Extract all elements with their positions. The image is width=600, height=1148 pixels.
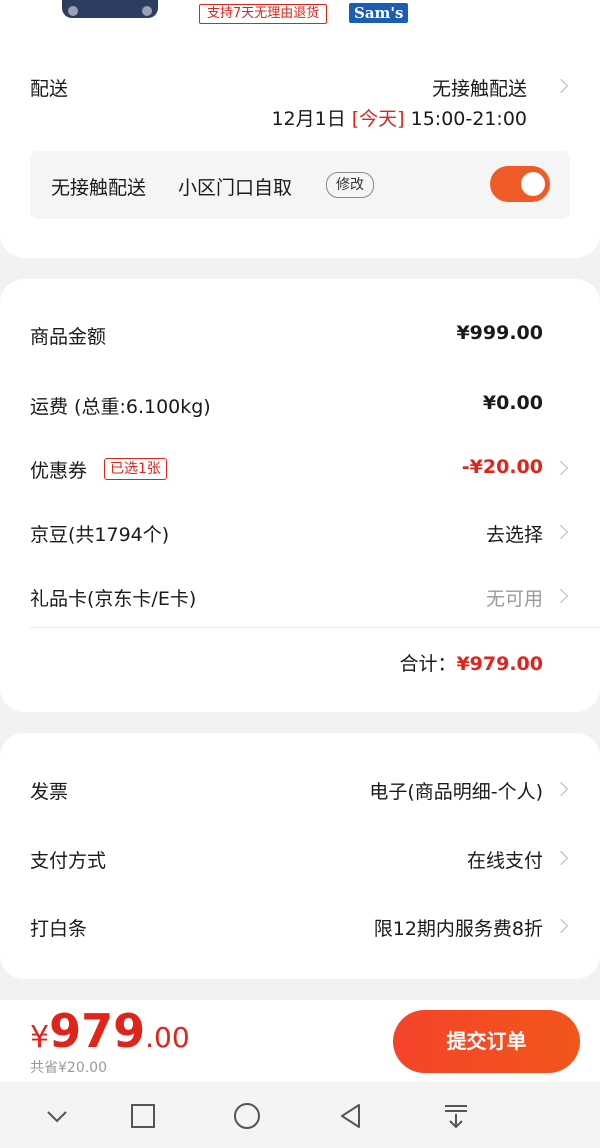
- gift-card-value[interactable]: 无可用: [486, 584, 543, 611]
- amount-card: 商品金额 ¥999.00 运费 (总重:6.100kg) ¥0.00 优惠券 已…: [0, 279, 600, 712]
- circle-icon[interactable]: [232, 1101, 262, 1131]
- baitiao-label[interactable]: 打白条: [30, 914, 87, 941]
- download-icon[interactable]: [441, 1101, 471, 1131]
- delivery-date: 12月1日: [271, 108, 346, 130]
- system-nav-bar: [0, 1082, 600, 1148]
- coupon-label[interactable]: 优惠券: [30, 456, 87, 483]
- contactless-option: 无接触配送 小区门口自取 修改: [30, 151, 570, 219]
- sams-logo: Sam's: [349, 3, 409, 23]
- delivery-method[interactable]: 无接触配送: [432, 74, 527, 101]
- gift-card-label[interactable]: 礼品卡(京东卡/E卡): [30, 584, 196, 611]
- divider: [30, 627, 600, 628]
- coupon-value[interactable]: -¥20.00: [462, 456, 543, 478]
- contactless-label: 无接触配送: [51, 177, 147, 199]
- price-decimal: .00: [145, 1021, 190, 1054]
- chevron-down-icon[interactable]: [42, 1101, 72, 1131]
- total-amount: 合计：¥979.00: [399, 649, 543, 676]
- total-label: 合计：: [399, 653, 457, 675]
- chevron-right-icon[interactable]: [553, 781, 569, 797]
- wheel-icon: [68, 6, 78, 16]
- wheel-icon: [142, 6, 152, 16]
- submit-order-button[interactable]: 提交订单: [393, 1010, 580, 1073]
- chevron-right-icon[interactable]: [553, 524, 569, 540]
- chevron-right-icon[interactable]: [553, 850, 569, 866]
- chevron-right-icon[interactable]: [553, 588, 569, 604]
- delivery-card: 支持7天无理由退货 Sam's 配送 无接触配送 12月1日 [今天] 15:0…: [0, 0, 600, 258]
- saved-amount: 共省¥20.00: [30, 1060, 107, 1076]
- payment-method-label[interactable]: 支付方式: [30, 846, 106, 873]
- goods-amount-label: 商品金额: [30, 326, 107, 348]
- baitiao-value[interactable]: 限12期内服务费8折: [374, 914, 543, 941]
- coupon-selected-tag: 已选1张: [104, 458, 167, 480]
- invoice-label[interactable]: 发票: [30, 777, 68, 804]
- delivery-window: 15:00-21:00: [410, 108, 527, 130]
- total-value: ¥979.00: [456, 653, 543, 675]
- jd-beans-value[interactable]: 去选择: [486, 520, 543, 547]
- final-price: ¥979.00: [30, 1004, 190, 1058]
- chevron-right-icon[interactable]: [553, 918, 569, 934]
- jd-beans-label[interactable]: 京豆(共1794个): [30, 520, 169, 547]
- edit-button[interactable]: 修改: [326, 172, 374, 198]
- payment-card: 发票 电子(商品明细-个人) 支付方式 在线支付 打白条 限12期内服务费8折: [0, 733, 600, 979]
- back-triangle-icon[interactable]: [336, 1101, 366, 1131]
- delivery-today: [今天]: [351, 108, 405, 130]
- chevron-right-icon[interactable]: [553, 78, 569, 94]
- chevron-right-icon[interactable]: [553, 460, 569, 476]
- shipping-label: 运费 (总重:6.100kg): [30, 396, 211, 418]
- toggle-knob: [521, 172, 545, 196]
- price-integer: 979: [49, 1004, 146, 1058]
- delivery-time[interactable]: 12月1日 [今天] 15:00-21:00: [271, 104, 527, 131]
- return-policy-tag: 支持7天无理由退货: [199, 4, 328, 24]
- contactless-toggle[interactable]: [490, 166, 550, 202]
- goods-amount-value: ¥999.00: [456, 322, 543, 344]
- invoice-value[interactable]: 电子(商品明细-个人): [369, 777, 543, 804]
- product-thumbnail[interactable]: [62, 0, 158, 18]
- pickup-location: 小区门口自取: [178, 177, 293, 199]
- payment-method-value[interactable]: 在线支付: [467, 846, 543, 873]
- shipping-value: ¥0.00: [482, 392, 543, 414]
- checkout-bar: ¥979.00 共省¥20.00 提交订单: [0, 1000, 600, 1082]
- square-icon[interactable]: [128, 1101, 158, 1131]
- currency-symbol: ¥: [30, 1020, 50, 1055]
- delivery-label: 配送: [30, 78, 69, 100]
